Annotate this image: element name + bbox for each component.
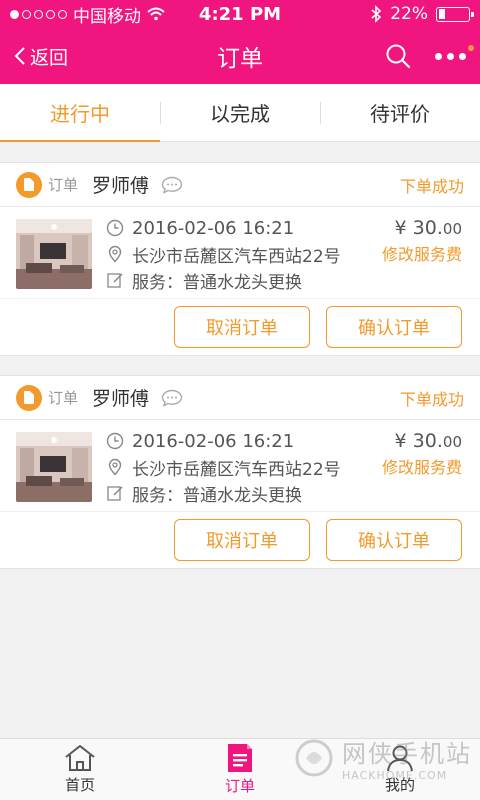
price-main: ¥ 30.: [394, 430, 443, 452]
status-left: 中国移动: [10, 2, 165, 27]
order-status: 下单成功: [399, 176, 464, 196]
edit-icon: [107, 273, 123, 288]
price-column: ¥ 30.00 修改服务费: [382, 428, 462, 478]
confirm-order-button[interactable]: 确认订单: [326, 306, 462, 348]
status-right: 22%: [370, 4, 474, 24]
order-service-row: 服务：普通水龙头更换: [106, 480, 341, 506]
order-card-header: 订单 罗师傅 下单成功: [0, 163, 480, 207]
order-address: 长沙市岳麓区汽车西站22号: [132, 459, 341, 480]
search-icon[interactable]: [385, 43, 411, 69]
back-button[interactable]: 返回: [14, 43, 68, 70]
home-icon: [65, 745, 95, 771]
tab-in-progress[interactable]: 进行中: [0, 84, 160, 142]
more-menu-button[interactable]: [435, 44, 474, 60]
service-thumbnail: [16, 219, 92, 289]
order-time-row: 2016-02-06 16:21: [106, 215, 341, 241]
order-address: 长沙市岳麓区汽车西站22号: [132, 246, 341, 267]
clock-icon: [106, 432, 124, 450]
bottom-tab-mine[interactable]: 我的: [320, 739, 480, 800]
order-datetime: 2016-02-06 16:21: [132, 217, 295, 239]
master-name: 罗师傅: [92, 388, 150, 410]
order-time-row: 2016-02-06 16:21: [106, 428, 341, 454]
nav-bar: 返回 订单: [0, 28, 480, 84]
price-decimal: 00: [442, 433, 462, 451]
order-card: 订单 罗师傅 下单成功 2016-02-06 16:21 长沙市岳麓区汽车西站2…: [0, 162, 480, 356]
location-pin-icon: [108, 458, 122, 476]
order-actions: 取消订单 确认订单: [0, 512, 480, 568]
order-icon: [228, 744, 252, 772]
order-price: ¥ 30.00: [382, 428, 462, 454]
cancel-order-button[interactable]: 取消订单: [174, 306, 310, 348]
carrier-label: 中国移动: [73, 6, 141, 27]
order-card: 订单 罗师傅 下单成功 2016-02-06 16:21 长沙市岳麓区汽车西站2…: [0, 375, 480, 569]
top-bar: 中国移动 4:21 PM 22% 返回 订单: [0, 0, 480, 84]
back-label: 返回: [30, 46, 69, 69]
clock-icon: [106, 219, 124, 237]
bottom-tab-label: 我的: [384, 776, 415, 794]
order-price: ¥ 30.00: [382, 215, 462, 241]
bottom-tab-orders[interactable]: 订单: [160, 739, 320, 800]
price-decimal: 00: [442, 220, 462, 238]
order-datetime: 2016-02-06 16:21: [132, 430, 295, 452]
order-info: 2016-02-06 16:21 长沙市岳麓区汽车西站22号 服务：普通水龙头更…: [106, 215, 341, 293]
confirm-order-button[interactable]: 确认订单: [326, 519, 462, 561]
order-icon: [16, 171, 42, 198]
nav-actions: [385, 43, 474, 69]
order-service: 服务：普通水龙头更换: [132, 272, 302, 293]
order-address-row: 长沙市岳麓区汽车西站22号: [106, 454, 341, 480]
chevron-left-icon: [14, 47, 25, 65]
chat-icon[interactable]: [161, 176, 183, 194]
master-name: 罗师傅: [92, 175, 150, 197]
price-column: ¥ 30.00 修改服务费: [382, 215, 462, 265]
tab-completed[interactable]: 以完成: [160, 84, 320, 141]
user-icon: [387, 745, 413, 772]
wifi-icon: [147, 7, 165, 21]
price-main: ¥ 30.: [394, 217, 443, 239]
order-address-row: 长沙市岳麓区汽车西站22号: [106, 241, 341, 267]
order-info: 2016-02-06 16:21 长沙市岳麓区汽车西站22号 服务：普通水龙头更…: [106, 428, 341, 506]
service-thumbnail: [16, 432, 92, 502]
order-tabs: 进行中 以完成 待评价: [0, 84, 480, 142]
order-icon: [16, 384, 42, 411]
modify-fee-link[interactable]: 修改服务费: [382, 454, 462, 478]
cancel-order-button[interactable]: 取消订单: [174, 519, 310, 561]
location-pin-icon: [108, 245, 122, 263]
order-tag: 订单: [48, 389, 79, 407]
order-service-row: 服务：普通水龙头更换: [106, 267, 341, 293]
signal-icon: [10, 9, 67, 19]
bottom-tab-label: 首页: [64, 776, 95, 794]
edit-icon: [107, 486, 123, 501]
notification-dot: [468, 44, 474, 51]
more-icon: [435, 52, 442, 60]
battery-icon: [436, 6, 474, 22]
order-card-body: 2016-02-06 16:21 长沙市岳麓区汽车西站22号 服务：普通水龙头更…: [0, 420, 480, 512]
battery-level: [438, 9, 445, 19]
modify-fee-link[interactable]: 修改服务费: [382, 241, 462, 265]
order-status: 下单成功: [399, 389, 464, 409]
tab-pending-review[interactable]: 待评价: [320, 84, 480, 141]
status-bar: 中国移动 4:21 PM 22%: [0, 0, 480, 28]
order-tag: 订单: [48, 176, 79, 194]
order-actions: 取消订单 确认订单: [0, 299, 480, 355]
bottom-tab-bar: 首页 订单 我的: [0, 738, 480, 800]
battery-percent: 22%: [390, 4, 428, 24]
order-card-header: 订单 罗师傅 下单成功: [0, 376, 480, 420]
bottom-tab-label: 订单: [224, 777, 255, 795]
bluetooth-icon: [371, 5, 382, 23]
order-service: 服务：普通水龙头更换: [132, 485, 302, 506]
chat-icon[interactable]: [161, 389, 183, 407]
order-card-body: 2016-02-06 16:21 长沙市岳麓区汽车西站22号 服务：普通水龙头更…: [0, 207, 480, 299]
bottom-tab-home[interactable]: 首页: [0, 739, 160, 800]
